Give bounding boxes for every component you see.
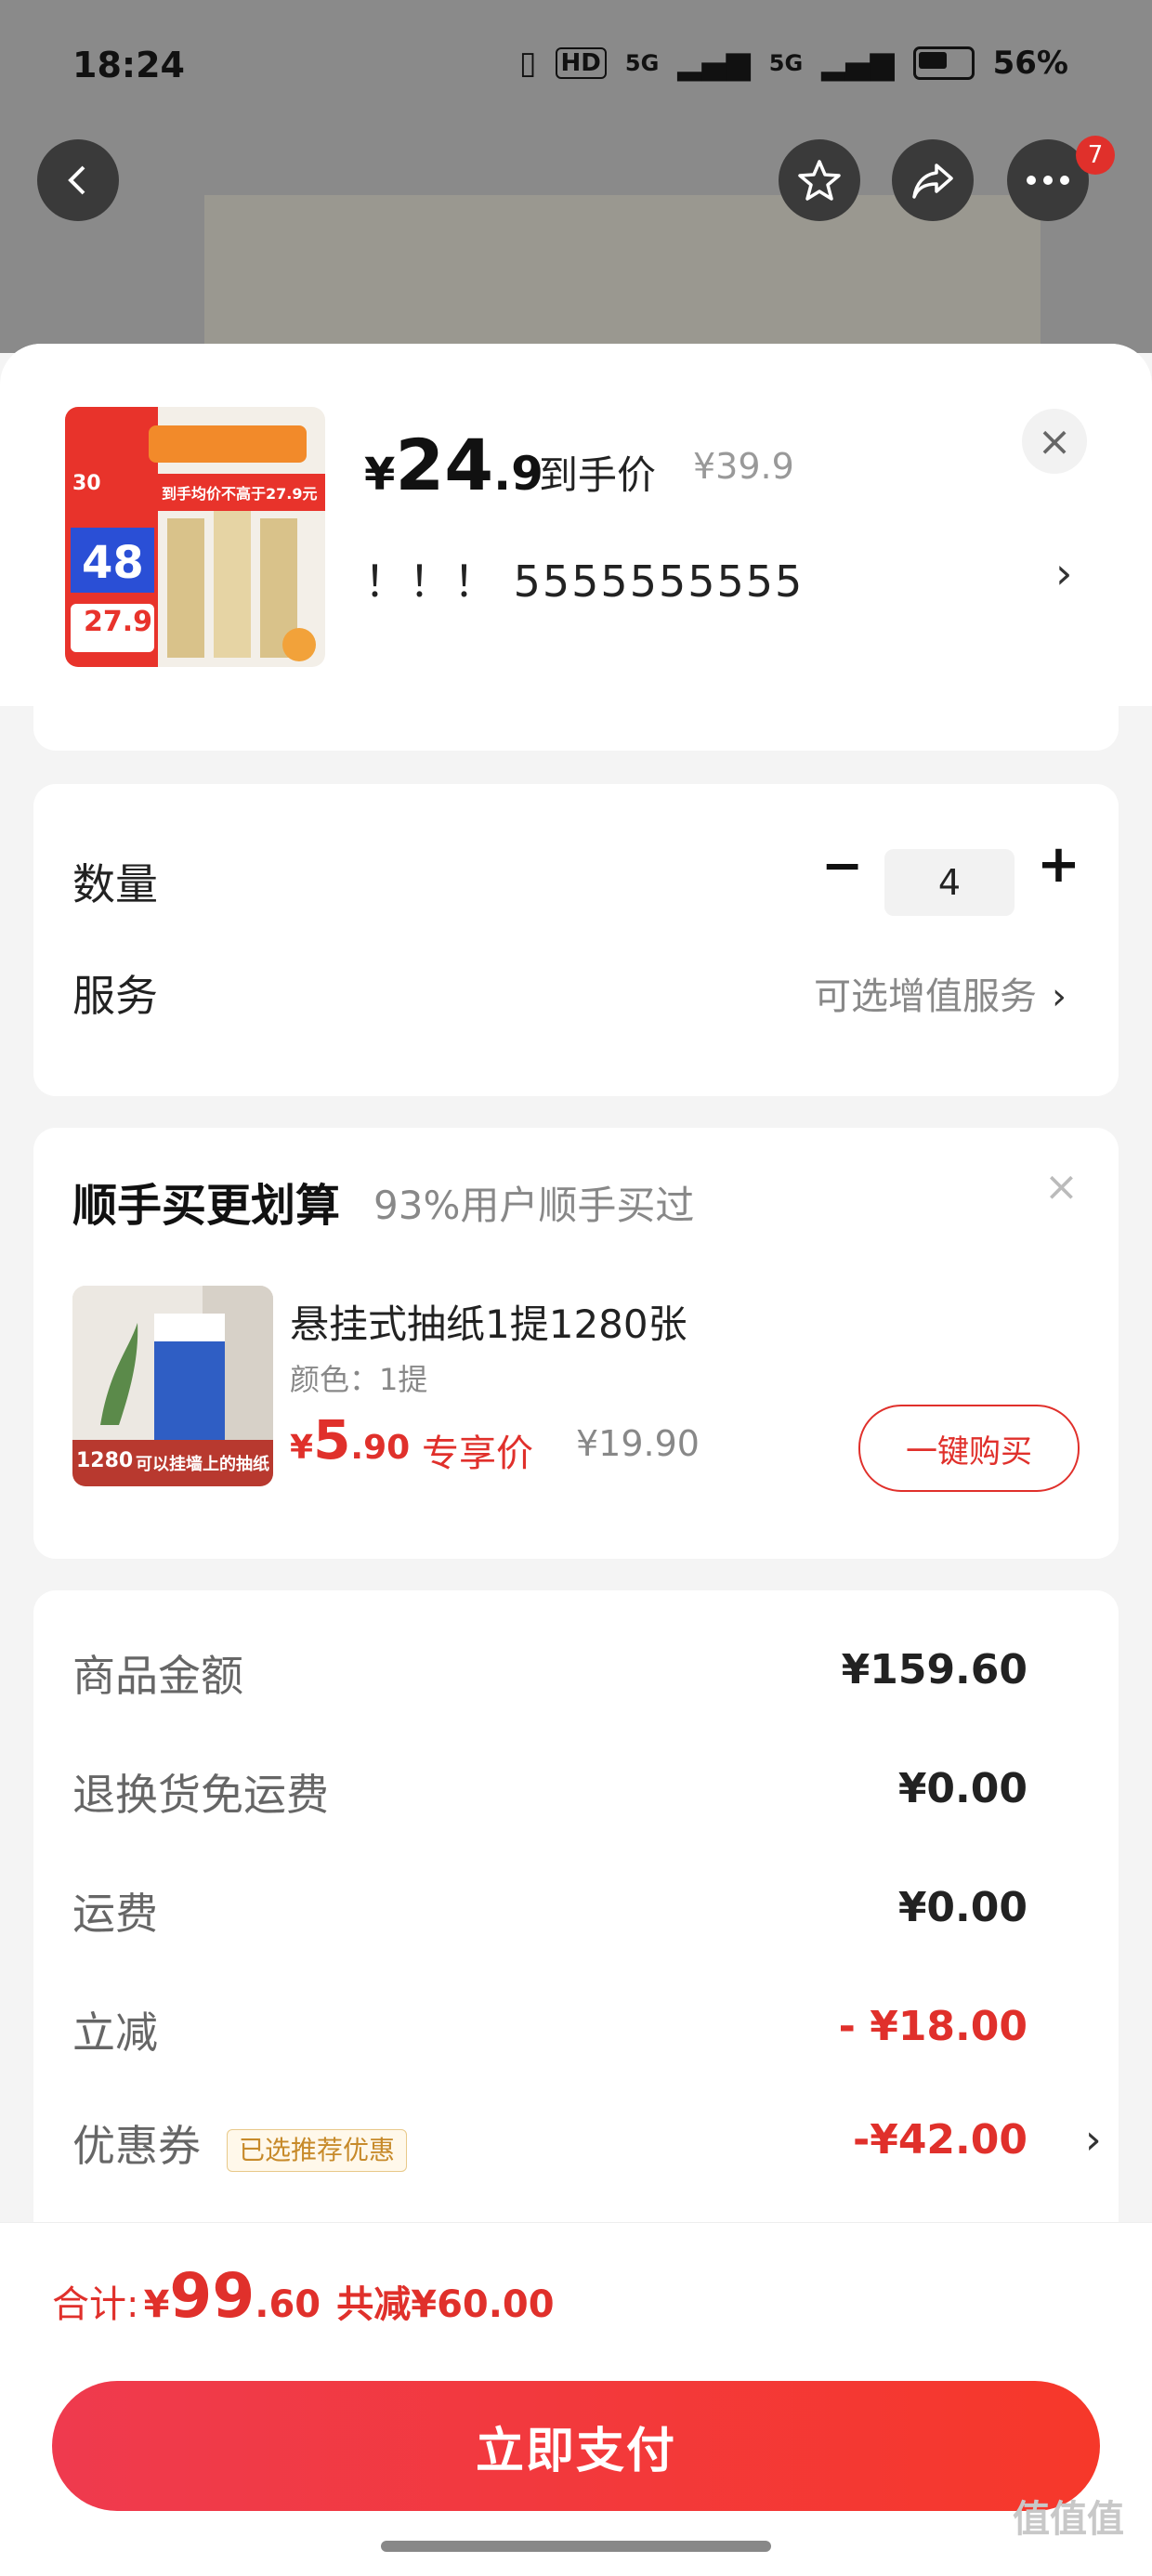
thumb-banner: 到手均价不高于27.9元	[162, 485, 318, 503]
upsell-price-integer: 5	[313, 1408, 351, 1471]
watermark: 值值值	[1013, 2498, 1124, 2541]
total-decimal: .60	[255, 2283, 321, 2326]
upsell-close-icon[interactable]: ×	[1044, 1163, 1079, 1210]
close-sheet-button[interactable]: ×	[1022, 409, 1087, 474]
quantity-input[interactable]: 4	[884, 849, 1015, 916]
price-currency: ¥	[364, 449, 396, 501]
network-5g-1: 5G	[624, 50, 660, 76]
upsell-image-count: 1280	[76, 1449, 134, 1472]
price-integer: 24	[395, 424, 494, 506]
star-icon	[798, 160, 841, 201]
notification-badge: 7	[1076, 136, 1115, 175]
pay-now-button[interactable]: 立即支付	[52, 2381, 1100, 2511]
summary-label-coupon: 优惠券	[72, 2121, 201, 2171]
product-header: 48 30 27.9 到手均价不高于27.9元 ¥24.9 到手价 ¥39.9 …	[0, 344, 1152, 706]
product-price: ¥24.9	[364, 424, 543, 506]
summary-value-return-shipping: ¥0.00	[897, 1765, 1028, 1812]
summary-label-discount: 立减	[72, 2007, 158, 2058]
summary-value-goods: ¥159.60	[841, 1646, 1028, 1693]
back-button[interactable]	[37, 139, 119, 221]
service-selector[interactable]: 可选增值服务 ›	[814, 966, 1067, 1020]
status-time: 18:24	[72, 45, 185, 85]
more-dots-icon	[1027, 176, 1069, 185]
quantity-label: 数量	[72, 859, 158, 909]
status-bar: 18:24 ▯ HD 5G ▂▄▆ 5G ▂▄▆ 56%	[0, 0, 1152, 139]
summary-value-coupon[interactable]: -¥42.00	[853, 2116, 1028, 2164]
checkout-bar: 合计: ¥99.60 共减¥60.00 立即支付 值值值	[0, 2222, 1152, 2576]
coupon-recommended-chip: 已选推荐优惠	[227, 2129, 408, 2172]
upsell-product-color: 颜色：1提	[290, 1362, 428, 1397]
total-currency: ¥	[143, 2283, 170, 2326]
options-card: 数量 − 4 + 服务 可选增值服务 ›	[33, 784, 1119, 1096]
close-icon: ×	[1037, 417, 1072, 465]
total-saved: 共减¥60.00	[336, 2283, 555, 2326]
share-button[interactable]	[892, 139, 974, 221]
vibrate-icon: ▯	[518, 45, 537, 82]
original-price: ¥39.9	[693, 446, 794, 487]
battery-percent: 56%	[992, 45, 1068, 82]
spec-chevron-icon[interactable]: ›	[1055, 548, 1072, 598]
chevron-left-icon	[68, 165, 85, 195]
thumb-badge: 30	[72, 472, 101, 495]
product-thumbnail[interactable]: 48 30 27.9 到手均价不高于27.9元	[65, 407, 325, 667]
upsell-price-currency: ¥	[290, 1429, 314, 1467]
summary-value-discount: - ¥18.00	[838, 2003, 1028, 2050]
thumb-price: 27.9	[84, 606, 153, 638]
service-label: 服务	[72, 971, 158, 1021]
battery-icon	[912, 46, 975, 80]
summary-value-shipping: ¥0.00	[897, 1884, 1028, 1931]
status-icons: ▯ HD 5G ▂▄▆ 5G ▂▄▆ 56%	[519, 45, 1068, 82]
hd-icon: HD	[555, 47, 607, 79]
upsell-card: 顺手买更划算 93%用户顺手买过 × 1280 可以挂墙上的抽纸 悬挂式抽纸1提…	[33, 1128, 1119, 1559]
order-total: 合计: ¥99.60 共减¥60.00	[52, 2260, 555, 2332]
upsell-original-price: ¥19.90	[576, 1423, 700, 1464]
price-decimal: .9	[493, 447, 543, 501]
home-indicator[interactable]	[381, 2541, 771, 2552]
thumb-big-number: 48	[82, 537, 144, 589]
upsell-price-tag: 专享价	[422, 1432, 533, 1475]
arrive-price-label: 到手价	[539, 452, 657, 498]
selected-spec[interactable]: ！！！ 5555555555	[364, 548, 804, 609]
upsell-title: 顺手买更划算	[72, 1180, 341, 1232]
favorite-button[interactable]	[779, 139, 860, 221]
upsell-image-caption: 可以挂墙上的抽纸	[136, 1455, 269, 1474]
chevron-right-icon: ›	[1052, 975, 1067, 1018]
network-5g-2: 5G	[768, 50, 804, 76]
total-label: 合计:	[52, 2283, 139, 2326]
summary-label-return-shipping: 退换货免运费	[72, 1770, 329, 1820]
summary-label-goods: 商品金额	[72, 1651, 243, 1701]
coupon-chevron-icon[interactable]: ›	[1085, 2116, 1102, 2164]
one-click-buy-button[interactable]: 一键购买	[858, 1405, 1080, 1492]
summary-label-shipping: 运费	[72, 1889, 158, 1939]
quantity-decrease-button[interactable]: −	[821, 836, 863, 895]
quantity-increase-button[interactable]: +	[1037, 834, 1080, 895]
spec-divider	[33, 706, 1119, 751]
background-product-image	[204, 195, 1041, 353]
upsell-subtitle: 93%用户顺手买过	[373, 1183, 695, 1228]
signal-icon-2: ▂▄▆	[821, 45, 895, 82]
signal-icon-1: ▂▄▆	[677, 45, 751, 82]
upsell-price-decimal: .90	[350, 1429, 411, 1467]
total-integer: 99	[169, 2260, 255, 2332]
service-value: 可选增值服务	[814, 975, 1037, 1018]
upsell-product-name[interactable]: 悬挂式抽纸1提1280张	[290, 1293, 687, 1350]
share-icon	[912, 163, 953, 199]
upsell-product-image[interactable]: 1280 可以挂墙上的抽纸	[72, 1286, 273, 1486]
upsell-price: ¥5.90	[290, 1408, 410, 1471]
